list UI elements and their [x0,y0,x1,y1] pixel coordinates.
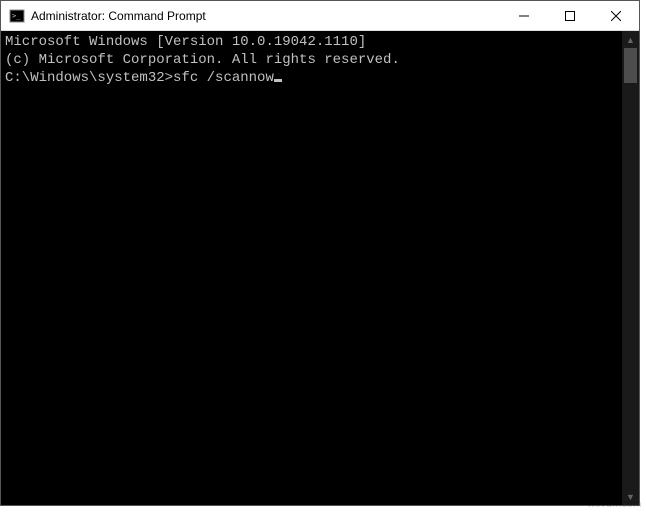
titlebar[interactable]: >_ Administrator: Command Prompt [1,1,639,31]
prompt-path: C:\Windows\system32> [5,70,173,86]
typed-command: sfc /scannow [173,70,274,86]
prompt-line: C:\Windows\system32>sfc /scannow [5,69,618,87]
maximize-button[interactable] [547,1,593,31]
close-button[interactable] [593,1,639,31]
window-controls [501,1,639,30]
scroll-up-arrow-icon[interactable]: ▲ [622,31,639,48]
vertical-scrollbar[interactable]: ▲ ▼ [622,31,639,505]
terminal-area: Microsoft Windows [Version 10.0.19042.11… [1,31,639,505]
terminal-output[interactable]: Microsoft Windows [Version 10.0.19042.11… [1,31,622,505]
minimize-button[interactable] [501,1,547,31]
cursor [274,79,282,82]
cmd-icon: >_ [9,8,25,24]
scroll-thumb[interactable] [624,48,637,83]
watermark-text: wsvdn.com [587,499,642,510]
window-title: Administrator: Command Prompt [31,9,206,23]
svg-text:>_: >_ [12,12,21,20]
output-line: Microsoft Windows [Version 10.0.19042.11… [5,33,618,51]
output-line: (c) Microsoft Corporation. All rights re… [5,51,618,69]
command-prompt-window: >_ Administrator: Command Prompt Microso… [0,0,640,506]
